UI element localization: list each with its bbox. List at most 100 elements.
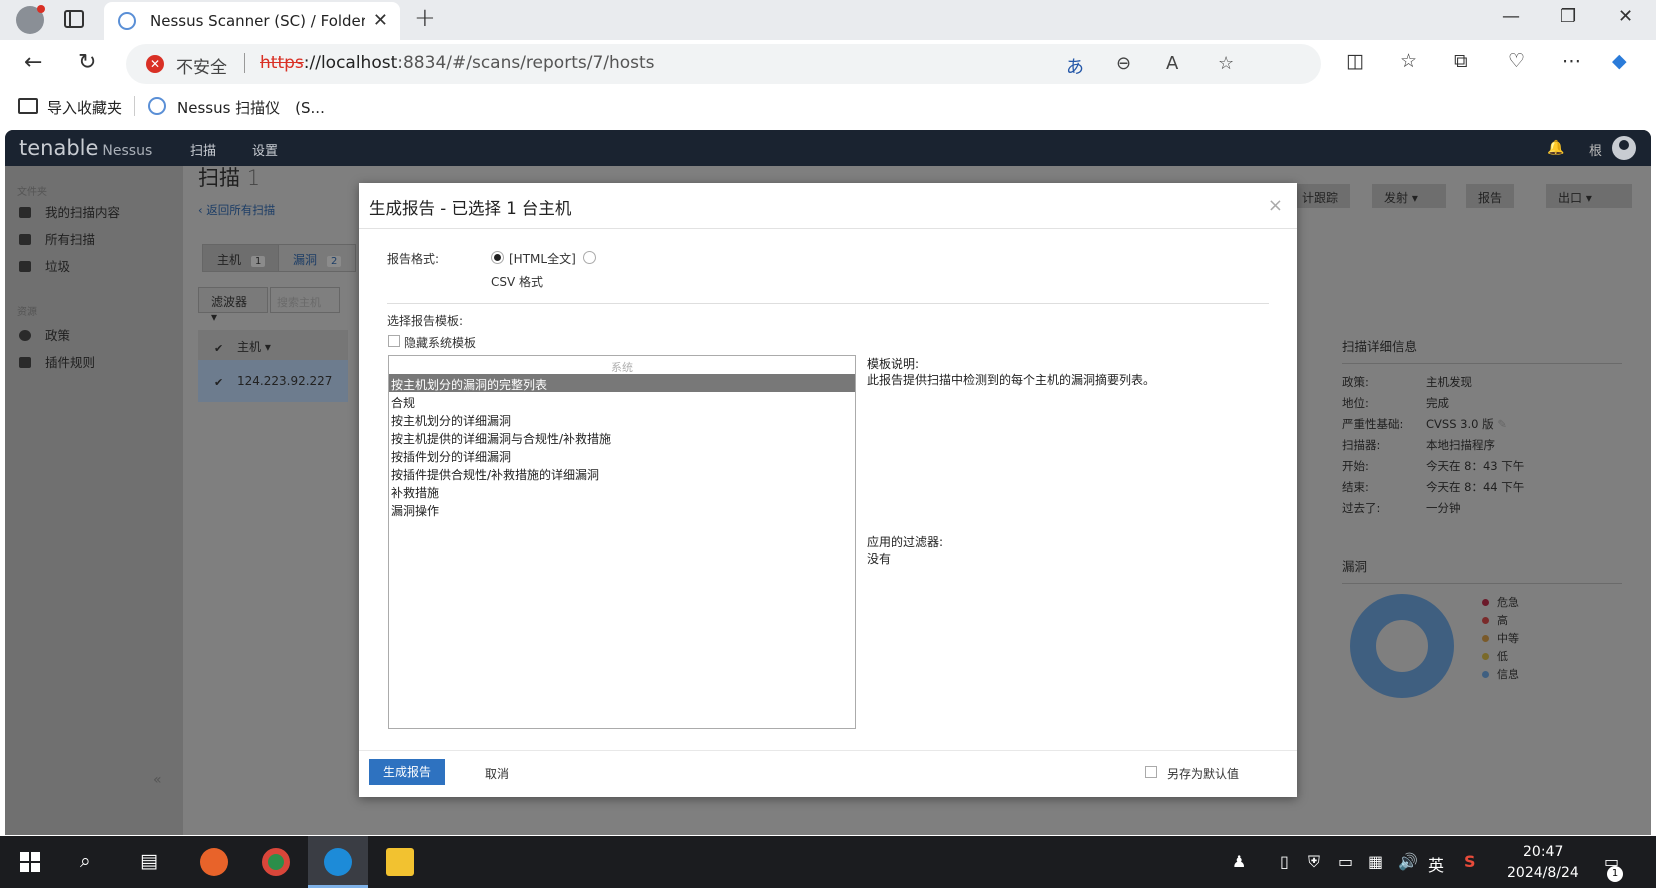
keyboard-icon[interactable]: ▦ — [1368, 852, 1383, 871]
dialog-close-icon[interactable]: × — [1268, 195, 1283, 216]
favorites-icon[interactable]: ☆ — [1400, 50, 1417, 72]
url-bar[interactable]: ✕ 不安全 https://localhost:8834/#/scans/rep… — [126, 44, 1321, 84]
volume-icon[interactable]: 🔊 — [1398, 852, 1418, 871]
browser-tab-active[interactable]: Nessus Scanner (SC) / Folders / V ✕ — [104, 2, 400, 40]
sidebar-item-all-scans[interactable]: 所有扫描 — [19, 229, 95, 248]
table-row[interactable]: ✔ 124.223.92.227 — [198, 360, 348, 402]
template-option[interactable]: 按主机划分的漏洞的完整列表 — [389, 374, 855, 392]
legend-dot — [1482, 599, 1489, 606]
insecure-warning-icon[interactable]: ✕ — [146, 55, 164, 73]
more-menu-icon[interactable]: ⋯ — [1562, 50, 1581, 72]
taskbar-file-explorer[interactable] — [370, 836, 430, 888]
row-checkbox[interactable]: ✔ — [214, 377, 225, 388]
search-icon: ⌕ — [80, 850, 91, 872]
format-html-radio[interactable] — [491, 251, 504, 264]
plugin-icon — [19, 357, 31, 368]
dialog-header: 生成报告 - 已选择 1 台主机 × — [359, 183, 1297, 229]
security-shield-icon[interactable]: ⛨ — [1308, 852, 1320, 872]
browser-essentials-icon[interactable]: ♡ — [1508, 50, 1525, 72]
read-aloud-icon[interactable]: A — [1166, 53, 1178, 74]
back-arrow-icon[interactable]: ← — [24, 50, 42, 75]
tab-actions-icon[interactable] — [64, 10, 84, 28]
cancel-button[interactable]: 取消 — [485, 765, 509, 782]
template-option[interactable]: 合规 — [389, 392, 855, 410]
back-to-scans-link[interactable]: ‹ 返回所有扫描 — [198, 202, 275, 218]
task-view-button[interactable]: ▤ — [120, 836, 180, 888]
search-button[interactable]: ⌕ — [60, 836, 120, 888]
clock-date[interactable]: 2024/8/24 — [1507, 865, 1579, 881]
sidebar-item-plugin-rules[interactable]: 插件规则 — [19, 352, 95, 371]
format-csv-radio[interactable] — [583, 251, 596, 264]
new-tab-button[interactable]: + — [414, 3, 436, 33]
tab-hosts[interactable]: 主机 1 — [202, 244, 281, 272]
split-screen-icon[interactable]: ◫ — [1346, 50, 1364, 72]
ime-indicator[interactable]: 英 — [1428, 852, 1444, 876]
nav-scans[interactable]: 扫描 — [190, 140, 216, 159]
people-icon[interactable]: ♟ — [1232, 852, 1246, 871]
template-option[interactable]: 按主机划分的详细漏洞 — [389, 410, 855, 428]
sidebar-item-policies[interactable]: 政策 — [19, 325, 70, 344]
dialog-footer-divider — [359, 750, 1297, 751]
search-host-input[interactable]: 搜索主机 — [270, 287, 340, 313]
edit-pencil-icon[interactable]: ✎ — [1497, 417, 1507, 431]
collections-icon[interactable]: ⧉ — [1454, 50, 1468, 72]
detail-row: 地位: 完成 — [1342, 395, 1622, 416]
save-as-default-label[interactable]: 另存为默认值 — [1167, 765, 1239, 782]
zoom-out-icon[interactable]: ⊖ — [1116, 53, 1131, 74]
window-close-icon[interactable]: ✕ — [1618, 6, 1633, 27]
translate-icon[interactable]: あ — [1066, 53, 1084, 79]
vulnerability-donut-chart[interactable] — [1350, 594, 1454, 698]
bell-icon[interactable]: 🔔 — [1547, 140, 1564, 156]
sogou-ime-icon[interactable]: S — [1464, 852, 1476, 871]
user-name[interactable]: 根 — [1589, 140, 1602, 159]
user-avatar-icon[interactable] — [1612, 136, 1636, 160]
insecure-label[interactable]: 不安全 — [176, 53, 227, 78]
format-html-label[interactable]: [HTML全文] — [509, 250, 576, 267]
save-as-default-checkbox[interactable] — [1145, 766, 1157, 778]
favorite-star-icon[interactable]: ☆ — [1218, 53, 1234, 74]
taskbar-edge[interactable] — [308, 836, 368, 888]
favorite-nessus[interactable]: Nessus 扫描仪 (S... — [177, 97, 325, 118]
url-text[interactable]: https://localhost:8834/#/scans/reports/7… — [260, 53, 655, 73]
template-description-label: 模板说明: — [867, 357, 920, 371]
tab-close-icon[interactable]: ✕ — [373, 10, 388, 31]
template-option[interactable]: 按主机提供的详细漏洞与合规性/补救措施 — [389, 428, 855, 446]
template-option[interactable]: 按插件划分的详细漏洞 — [389, 446, 855, 464]
launch-button[interactable]: 发射 ▾ — [1372, 184, 1446, 208]
select-all-checkbox[interactable]: ✔ — [214, 343, 225, 354]
restore-icon[interactable]: ❐ — [1560, 6, 1576, 27]
sidebar-item-my-scans[interactable]: 我的扫描内容 — [19, 202, 120, 221]
hide-system-templates-label[interactable]: 隐藏系统模板 — [404, 334, 476, 351]
format-csv-label[interactable]: CSV 格式 — [491, 273, 543, 290]
page-title-text: 扫描 — [198, 166, 240, 190]
template-option[interactable]: 补救措施 — [389, 482, 855, 500]
refresh-icon[interactable]: ↻ — [78, 50, 96, 75]
nav-settings[interactable]: 设置 — [252, 140, 278, 159]
network-icon[interactable]: ▭ — [1338, 852, 1353, 871]
filter-button[interactable]: 滤波器 ▾ — [198, 287, 268, 324]
taskbar-chrome[interactable] — [246, 836, 306, 888]
taskbar-firefox[interactable] — [184, 836, 244, 888]
copilot-icon[interactable]: ◆ — [1612, 50, 1627, 72]
template-listbox[interactable]: 系统 按主机划分的漏洞的完整列表 合规 按主机划分的详细漏洞 按主机提供的详细漏… — [388, 355, 856, 729]
sidebar-collapse-button[interactable]: « — [153, 772, 162, 788]
column-host[interactable]: 主机 ▾ — [237, 340, 271, 354]
favorite-import[interactable]: 导入收藏夹 — [47, 97, 122, 118]
detail-key: 政策: — [1342, 375, 1369, 389]
template-option[interactable]: 按插件提供合规性/补救措施的详细漏洞 — [389, 464, 855, 482]
usb-icon[interactable]: ▯ — [1280, 852, 1289, 871]
tenable-logo[interactable]: tenable Nessus — [19, 136, 152, 160]
export-button[interactable]: 出口 ▾ — [1546, 184, 1632, 208]
sidebar-item-trash[interactable]: 垃圾 — [19, 256, 70, 275]
audit-trail-button[interactable]: 计跟踪 — [1290, 184, 1351, 208]
report-button[interactable]: 报告 — [1466, 184, 1515, 208]
legend-label: 高 — [1497, 614, 1508, 627]
hide-system-templates-checkbox[interactable] — [388, 335, 400, 347]
start-button[interactable] — [0, 836, 60, 888]
minimize-icon[interactable]: — — [1502, 6, 1520, 27]
profile-avatar-icon[interactable] — [16, 5, 45, 34]
tab-vulnerabilities[interactable]: 漏洞 2 — [278, 244, 357, 272]
clock-time[interactable]: 20:47 — [1523, 844, 1563, 860]
generate-report-button[interactable]: 生成报告 — [369, 759, 445, 785]
template-option[interactable]: 漏洞操作 — [389, 500, 855, 518]
